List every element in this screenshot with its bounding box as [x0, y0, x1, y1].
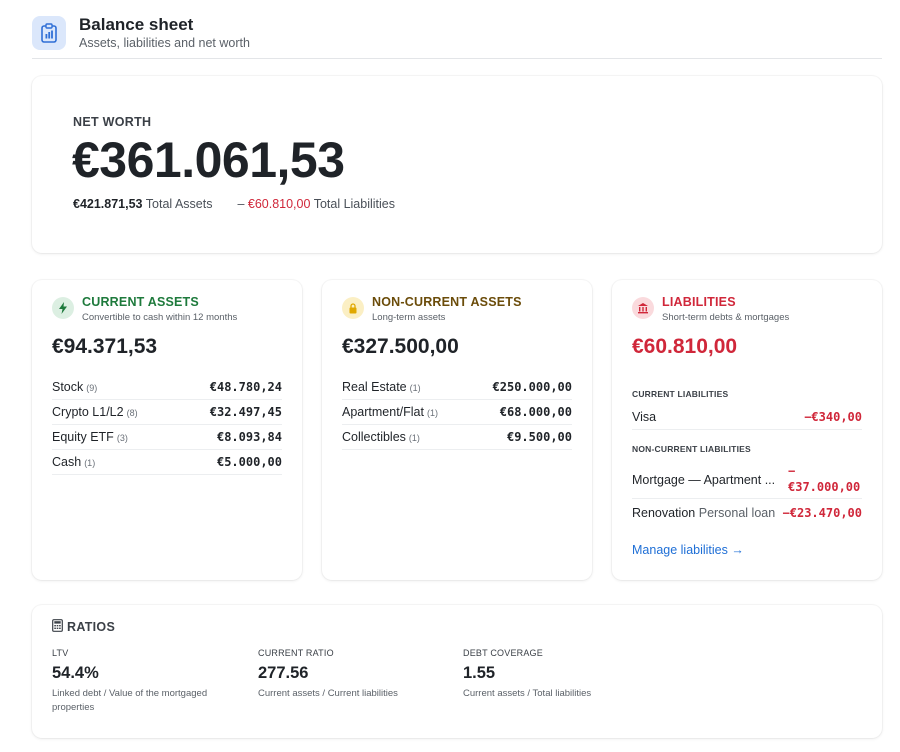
item-name: Renovation	[632, 506, 696, 520]
list-item[interactable]: Stock (9) €48.780,24	[52, 375, 282, 400]
page-header: Balance sheet Assets, liabilities and ne…	[32, 14, 882, 59]
item-note: Personal loan	[698, 506, 776, 520]
ratio-ltv: LTV 54.4% Linked debt / Value of the mor…	[52, 648, 242, 715]
item-amount: €8.093,84	[216, 430, 282, 444]
lock-icon	[342, 297, 364, 319]
current-assets-card: CURRENT ASSETS Convertible to cash withi…	[32, 280, 302, 580]
net-worth-breakdown: €421.871,53 Total Assets – €60.810,00 To…	[73, 197, 395, 211]
item-amount: €250.000,00	[492, 380, 572, 394]
list-item[interactable]: Visa −€340,00	[632, 410, 862, 430]
manage-liabilities-link[interactable]: Manage liabilities →	[632, 543, 744, 557]
bank-icon	[632, 297, 654, 319]
current-assets-subtitle: Convertible to cash within 12 months	[82, 312, 238, 323]
item-count: (1)	[409, 383, 421, 393]
total-assets-value: €421.871,53	[73, 197, 143, 211]
item-name: Crypto L1/L2	[52, 405, 124, 419]
item-amount: €68.000,00	[499, 405, 572, 419]
current-assets-total: €94.371,53	[52, 335, 158, 358]
item-name: Cash	[52, 455, 82, 469]
ratio-debt-coverage: DEBT COVERAGE 1.55 Current assets / Tota…	[463, 648, 653, 701]
ratios-title: RATIOS	[67, 620, 116, 634]
item-amount: −€23.470,00	[782, 506, 862, 520]
ratio-label: DEBT COVERAGE	[463, 648, 543, 658]
net-worth-card: NET WORTH €361.061,53 €421.871,53 Total …	[32, 76, 882, 253]
item-count: (9)	[86, 383, 98, 393]
liabilities-total: €60.810,00	[632, 335, 738, 358]
list-item[interactable]: Mortgage — Apartment ... − €37.000,00	[632, 463, 862, 499]
item-name: Real Estate	[342, 380, 407, 394]
list-item[interactable]: Cash (1) €5.000,00	[52, 450, 282, 475]
list-item[interactable]: Crypto L1/L2 (8) €32.497,45	[52, 400, 282, 425]
ratio-label: CURRENT RATIO	[258, 648, 334, 658]
ratio-label: LTV	[52, 648, 69, 658]
ratio-value: 1.55	[463, 664, 496, 682]
ratio-note: Linked debt / Value of the mortgaged pro…	[52, 688, 208, 713]
ratio-note: Current assets / Current liabilities	[258, 688, 398, 699]
liabilities-subtitle: Short-term debts & mortgages	[662, 312, 790, 323]
list-item[interactable]: Renovation Personal loan −€23.470,00	[632, 506, 862, 526]
non-current-liabilities-label: NON-CURRENT LIABILITIES	[632, 444, 751, 454]
net-worth-label: NET WORTH	[73, 115, 152, 129]
non-current-assets-card: NON-CURRENT ASSETS Long-term assets €327…	[322, 280, 592, 580]
non-current-assets-total: €327.500,00	[342, 335, 459, 358]
list-item[interactable]: Equity ETF (3) €8.093,84	[52, 425, 282, 450]
liabilities-card: LIABILITIES Short-term debts & mortgages…	[612, 280, 882, 580]
item-name: Equity ETF	[52, 430, 114, 444]
item-count: (3)	[116, 433, 128, 443]
total-liabilities-value: €60.810,00	[247, 197, 311, 211]
item-name: Stock	[52, 380, 84, 394]
item-amount: €37.000,00	[788, 480, 861, 494]
non-current-assets-subtitle: Long-term assets	[372, 312, 446, 323]
ratio-note: Current assets / Total liabilities	[463, 688, 592, 699]
item-amount: €5.000,00	[216, 455, 282, 469]
lightning-icon	[52, 297, 74, 319]
page-title: Balance sheet	[79, 15, 194, 34]
ratio-current: CURRENT RATIO 277.56 Current assets / Cu…	[258, 648, 448, 701]
item-count: (1)	[408, 433, 420, 443]
ratio-value: 277.56	[258, 664, 309, 682]
item-amount-sign: −	[788, 464, 796, 478]
ratio-value: 54.4%	[52, 664, 99, 682]
list-item[interactable]: Real Estate (1) €250.000,00	[342, 375, 572, 400]
item-amount: €48.780,24	[209, 380, 282, 394]
list-item[interactable]: Apartment/Flat (1) €68.000,00	[342, 400, 572, 425]
item-name: Visa	[632, 410, 657, 424]
item-name: Mortgage — Apartment ...	[632, 473, 776, 487]
item-amount-wrap: − €37.000,00	[788, 463, 862, 498]
item-amount: €32.497,45	[209, 405, 282, 419]
item-amount: −€340,00	[804, 410, 862, 424]
calculator-icon	[52, 619, 63, 635]
current-liabilities-label: CURRENT LIABILITIES	[632, 389, 729, 399]
item-amount: €9.500,00	[506, 430, 572, 444]
item-count: (1)	[426, 408, 438, 418]
total-assets-label: Total Assets	[145, 197, 213, 211]
ratios-card: RATIOS LTV 54.4% Linked debt / Value of …	[32, 605, 882, 738]
current-assets-list: Stock (9) €48.780,24 Crypto L1/L2 (8) €32.…	[52, 375, 282, 475]
page-subtitle: Assets, liabilities and net worth	[79, 36, 250, 50]
ratios-header: RATIOS	[52, 619, 115, 635]
total-liabilities-label: Total Liabilities	[313, 197, 395, 211]
list-item[interactable]: Collectibles (1) €9.500,00	[342, 425, 572, 450]
current-assets-title: CURRENT ASSETS	[82, 295, 199, 309]
liabilities-title: LIABILITIES	[662, 295, 736, 309]
item-count: (8)	[126, 408, 138, 418]
non-current-assets-title: NON-CURRENT ASSETS	[372, 295, 522, 309]
net-worth-value: €361.061,53	[72, 132, 345, 188]
item-name: Apartment/Flat	[342, 405, 424, 419]
breakdown-separator: –	[237, 197, 245, 211]
non-current-assets-list: Real Estate (1) €250.000,00 Apartment/Fla…	[342, 375, 572, 450]
clipboard-chart-icon	[32, 16, 66, 50]
item-name: Collectibles	[342, 430, 406, 444]
item-count: (1)	[84, 458, 96, 468]
